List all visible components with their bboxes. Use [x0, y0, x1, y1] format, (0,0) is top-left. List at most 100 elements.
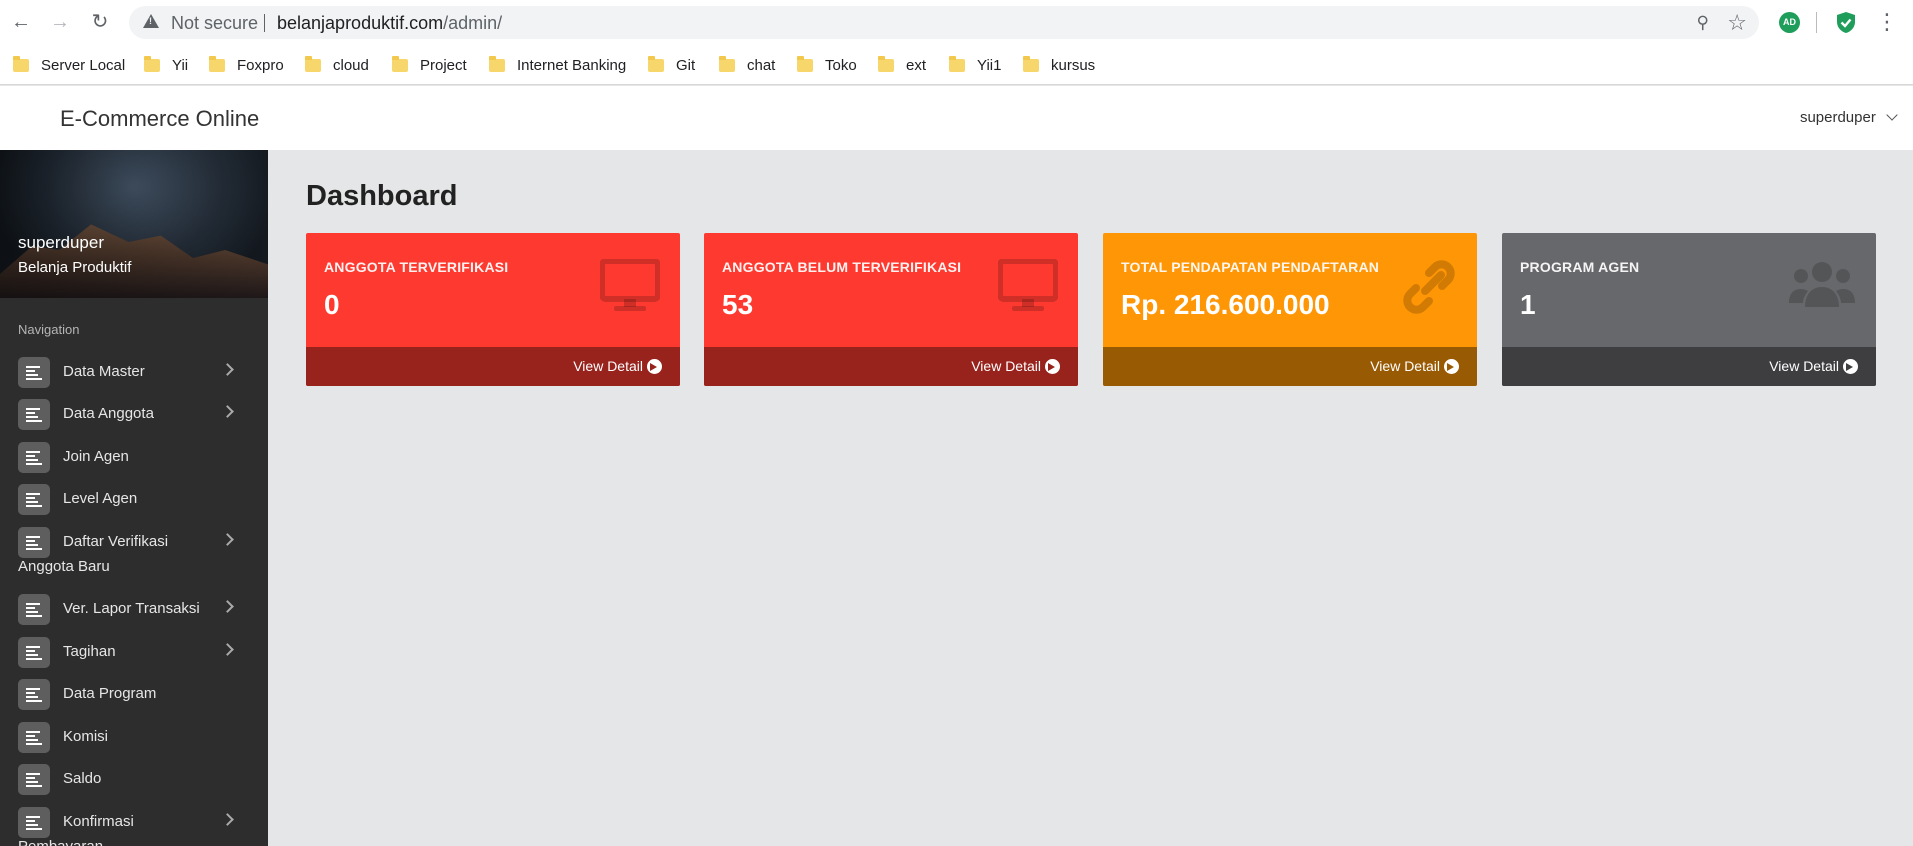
sidebar-item-tagihan[interactable]: Tagihan: [0, 637, 268, 669]
link-icon: [1401, 259, 1457, 320]
list-icon: [18, 764, 50, 795]
folder-icon: [797, 55, 813, 72]
sidebar-item-komisi[interactable]: Komisi: [0, 722, 268, 754]
arrow-circle-right-icon: [1843, 358, 1858, 374]
view-detail-link[interactable]: View Detail: [1370, 358, 1459, 374]
stat-card-title: ANGGOTA TERVERIFIKASI: [324, 259, 509, 275]
list-icon: [18, 399, 50, 430]
bookmark-label: Yii1: [977, 56, 1002, 74]
page-title: Dashboard: [306, 180, 458, 212]
extension-icon[interactable]: AD: [1779, 12, 1800, 33]
sidebar-item-label: Data Program: [63, 685, 157, 702]
bookmark[interactable]: Yii: [144, 54, 188, 76]
folder-icon: [13, 55, 29, 72]
bookmarks-bar: Server Local Yii Foxpro cloud Project In…: [0, 45, 1913, 85]
folder-icon: [144, 55, 160, 72]
view-detail-link[interactable]: View Detail: [971, 358, 1060, 374]
sidebar-item-daftar-verifikasi[interactable]: Daftar Verifikasi Anggota Baru: [0, 527, 268, 587]
bookmark-label: cloud: [333, 56, 369, 74]
view-detail-label: View Detail: [1370, 358, 1440, 374]
sidebar-item-data-anggota[interactable]: Data Anggota: [0, 399, 268, 431]
sidebar-item-ver-lapor-transaksi[interactable]: Ver. Lapor Transaksi: [0, 594, 268, 626]
bookmark[interactable]: Toko: [797, 54, 857, 76]
forward-icon[interactable]: →: [47, 9, 73, 35]
bookmark[interactable]: Project: [392, 54, 467, 76]
stat-card-footer: View Detail: [704, 347, 1078, 386]
bookmark-label: ext: [906, 56, 927, 74]
sidebar-item-label: Komisi: [63, 728, 109, 745]
sidebar-item-data-program[interactable]: Data Program: [0, 679, 268, 711]
brand-title[interactable]: E-Commerce Online: [60, 106, 259, 132]
stat-card-total-pendapatan-pendaftaran: TOTAL PENDAPATAN PENDAFTARAN Rp. 216.600.…: [1103, 233, 1477, 386]
address-bar[interactable]: Not secure belanjaproduktif.com/admin/ ⚲…: [129, 6, 1759, 39]
sidebar-item-label: Daftar Verifikasi: [63, 533, 169, 550]
bookmark[interactable]: Server Local: [13, 54, 125, 76]
sidebar-item-label: Level Agen: [63, 490, 138, 507]
view-detail-label: View Detail: [971, 358, 1041, 374]
bookmark-label: Foxpro: [237, 56, 284, 74]
stat-card-value: 0: [324, 289, 340, 320]
folder-icon: [1023, 55, 1039, 72]
bookmark-label: Git: [676, 56, 696, 74]
stat-card-footer: View Detail: [1502, 347, 1876, 386]
security-status[interactable]: Not secure: [171, 13, 258, 34]
folder-icon: [305, 55, 321, 72]
sidebar-item-label-cont: Anggota Baru: [18, 558, 110, 575]
list-icon: [18, 722, 50, 753]
folder-icon: [878, 55, 894, 72]
stat-card-value: Rp. 216.600.000: [1121, 289, 1330, 320]
users-icon: [1788, 259, 1856, 314]
profile-name: superduper: [18, 233, 105, 252]
view-detail-link[interactable]: View Detail: [573, 358, 662, 374]
shield-icon[interactable]: [1836, 11, 1856, 34]
back-icon[interactable]: ←: [8, 9, 34, 35]
bookmark[interactable]: Foxpro: [209, 54, 284, 76]
bookmark[interactable]: chat: [719, 54, 775, 76]
monitor-icon: [599, 258, 661, 319]
user-menu[interactable]: superduper: [1799, 109, 1898, 126]
list-icon: [18, 442, 50, 473]
view-detail-link[interactable]: View Detail: [1769, 358, 1858, 374]
sidebar-item-data-master[interactable]: Data Master: [0, 357, 268, 389]
chevron-right-icon: [221, 405, 234, 418]
chevron-right-icon: [221, 813, 234, 826]
bookmark-label: chat: [747, 56, 776, 74]
folder-icon: [648, 55, 664, 72]
sidebar-item-label-cont: Pembayaran: [18, 838, 103, 846]
bookmark[interactable]: Yii1: [949, 54, 1001, 76]
bookmark-label: Server Local: [41, 56, 126, 74]
username: superduper: [1799, 109, 1876, 126]
sidebar-item-label: Konfirmasi: [63, 813, 134, 830]
sidebar-item-label: Saldo: [63, 770, 102, 787]
divider: [1816, 12, 1817, 33]
bookmark[interactable]: ext: [878, 54, 926, 76]
monitor-icon: [997, 258, 1059, 319]
stat-card-anggota-terverifikasi: ANGGOTA TERVERIFIKASI 0 View Detail: [306, 233, 680, 386]
sidebar: superduper Belanja Produktif Navigation …: [0, 150, 268, 846]
arrow-circle-right-icon: [1045, 358, 1060, 374]
bookmark[interactable]: cloud: [305, 54, 369, 76]
url-text[interactable]: belanjaproduktif.com/admin/: [277, 13, 502, 34]
stat-card-program-agen: PROGRAM AGEN 1 View Detail: [1502, 233, 1876, 386]
stat-card-footer: View Detail: [1103, 347, 1477, 386]
folder-icon: [392, 55, 408, 72]
list-icon: [18, 807, 50, 838]
browser-toolbar: ← → ↻ Not secure belanjaproduktif.com/ad…: [0, 0, 1913, 45]
profile-panel: superduper Belanja Produktif: [0, 150, 268, 298]
sidebar-item-level-agen[interactable]: Level Agen: [0, 484, 268, 516]
sidebar-item-saldo[interactable]: Saldo: [0, 764, 268, 796]
star-icon[interactable]: ☆: [1727, 10, 1747, 36]
divider: [264, 14, 265, 32]
folder-icon: [949, 55, 965, 72]
key-icon[interactable]: ⚲: [1697, 13, 1709, 33]
stat-card-title: TOTAL PENDAPATAN PENDAFTARAN: [1121, 259, 1380, 275]
bookmark[interactable]: kursus: [1023, 54, 1095, 76]
reload-icon[interactable]: ↻: [87, 9, 113, 35]
sidebar-item-join-agen[interactable]: Join Agen: [0, 442, 268, 474]
sidebar-item-konfirmasi[interactable]: Konfirmasi Pembayaran: [0, 807, 268, 846]
bookmark[interactable]: Internet Banking: [489, 54, 626, 76]
kebab-menu-icon[interactable]: ⋮: [1876, 8, 1898, 36]
stat-card-footer: View Detail: [306, 347, 680, 386]
arrow-circle-right-icon: [1444, 358, 1459, 374]
bookmark[interactable]: Git: [648, 54, 695, 76]
